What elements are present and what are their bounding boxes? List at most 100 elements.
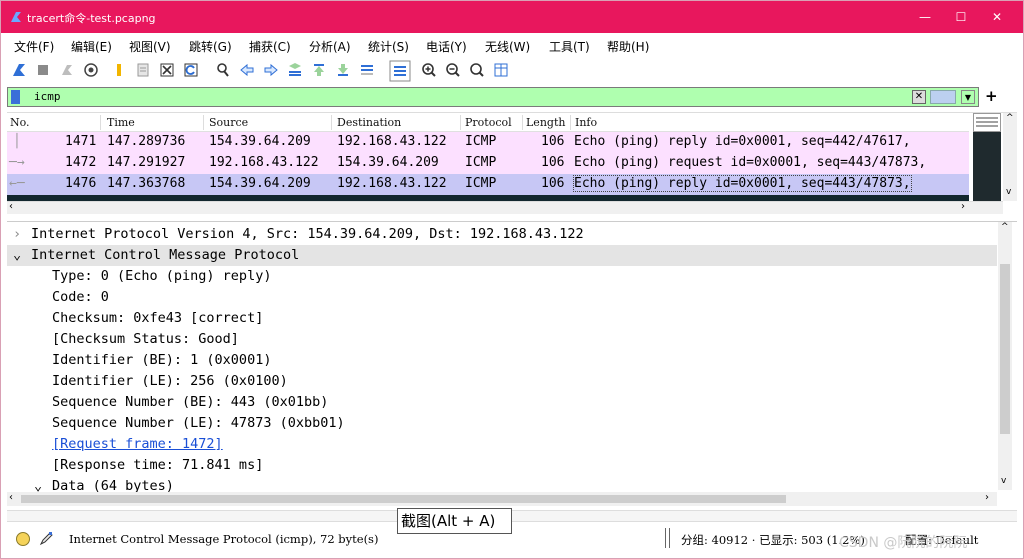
start-capture-icon[interactable] [11, 62, 27, 78]
menu-wireless[interactable]: 无线(W) [485, 38, 530, 55]
go-back-icon[interactable] [239, 62, 255, 78]
packet-row[interactable]: │ 1471 147.289736 154.39.64.209 192.168.… [7, 132, 969, 153]
tree-field[interactable]: [Checksum Status: Good] [7, 329, 997, 350]
packet-info: Echo (ping) reply id=0x0001, seq=443/478… [573, 175, 912, 192]
packet-length: 106 [541, 176, 565, 191]
display-filter-bar[interactable]: icmp ✕ ▼ [7, 87, 979, 107]
find-packet-icon[interactable] [215, 62, 231, 78]
packet-list-hscrollbar[interactable]: ‹ › [7, 201, 1003, 214]
expert-info-icon[interactable] [15, 531, 31, 547]
packet-row[interactable]: ─→ 1472 147.291927 192.168.43.122 154.39… [7, 153, 969, 174]
menu-file[interactable]: 文件(F) [14, 38, 54, 55]
packet-source: 154.39.64.209 [209, 176, 311, 191]
menu-analyze[interactable]: 分析(A) [309, 38, 351, 55]
go-to-packet-icon[interactable] [287, 62, 303, 78]
watermark: CSDN @阮阮的阮阮 [839, 535, 968, 551]
clear-filter-icon[interactable]: ✕ [912, 90, 926, 104]
tree-item-icmp[interactable]: ⌄ Internet Control Message Protocol [7, 245, 997, 266]
maximize-button[interactable]: ☐ [943, 5, 979, 29]
tree-field[interactable]: Sequence Number (BE): 443 (0x01bb) [7, 392, 997, 413]
wireshark-window: tracert命令-test.pcapng — ☐ ✕ 文件(F) 编辑(E) … [0, 0, 1024, 559]
column-header-no[interactable]: No. [10, 116, 30, 129]
close-file-icon[interactable] [159, 62, 175, 78]
column-header-time[interactable]: Time [107, 116, 135, 129]
menu-edit[interactable]: 编辑(E) [71, 38, 112, 55]
scroll-thumb[interactable] [1000, 264, 1010, 434]
packet-destination: 192.168.43.122 [337, 176, 447, 191]
tree-field[interactable]: Identifier (BE): 1 (0x0001) [7, 350, 997, 371]
packet-list-vscrollbar[interactable]: ^ v [1003, 113, 1017, 201]
column-header-protocol[interactable]: Protocol [465, 116, 512, 129]
tree-field[interactable]: Type: 0 (Echo (ping) reply) [7, 266, 997, 287]
expand-arrow-icon[interactable]: › [13, 226, 21, 242]
capture-comment-icon[interactable] [39, 530, 55, 546]
restart-capture-icon[interactable] [59, 62, 75, 78]
scroll-left-icon[interactable]: ‹ [9, 492, 13, 503]
field-code: Code: 0 [52, 289, 109, 305]
zoom-in-icon[interactable] [421, 62, 437, 78]
request-frame-link[interactable]: [Request frame: 1472] [52, 436, 223, 452]
column-header-destination[interactable]: Destination [337, 116, 401, 129]
apply-filter-button[interactable] [930, 90, 956, 104]
tree-field[interactable]: [Request frame: 1472] [7, 434, 997, 455]
scroll-up-icon[interactable]: ^ [1001, 222, 1009, 232]
tree-field[interactable]: [Response time: 71.841 ms] [7, 455, 997, 476]
tree-item-label: Internet Protocol Version 4, Src: 154.39… [31, 226, 584, 242]
scroll-down-icon[interactable]: v [1006, 187, 1011, 197]
column-separator [570, 115, 571, 130]
packet-list-header: No. Time Source Destination Protocol Len… [7, 113, 969, 132]
last-packet-icon[interactable] [335, 62, 351, 78]
stop-capture-icon[interactable] [35, 62, 51, 78]
menu-capture[interactable]: 捕获(C) [249, 38, 291, 55]
details-vscrollbar[interactable]: ^ v [998, 222, 1012, 490]
tree-field[interactable]: Identifier (LE): 256 (0x0100) [7, 371, 997, 392]
first-packet-icon[interactable] [311, 62, 327, 78]
pane-splitter[interactable] [7, 510, 1017, 522]
display-filter-input[interactable]: icmp [34, 90, 61, 103]
resize-columns-icon[interactable] [493, 62, 509, 78]
tree-field[interactable]: Sequence Number (LE): 47873 (0xbb01) [7, 413, 997, 434]
details-hscrollbar[interactable]: ‹ › [7, 492, 997, 506]
packet-no: 1476 [65, 176, 97, 191]
field-checksum: Checksum: 0xfe43 [correct] [52, 310, 264, 326]
scroll-down-icon[interactable]: v [1001, 476, 1006, 486]
minimize-button[interactable]: — [907, 5, 943, 29]
close-button[interactable]: ✕ [979, 5, 1015, 29]
column-header-length[interactable]: Length [526, 116, 565, 129]
tree-field[interactable]: Code: 0 [7, 287, 997, 308]
filter-history-dropdown-icon[interactable]: ▼ [961, 90, 975, 104]
menu-help[interactable]: 帮助(H) [607, 38, 649, 55]
packet-row-selected[interactable]: ←─ 1476 147.363768 154.39.64.209 192.168… [7, 174, 969, 195]
scroll-thumb[interactable] [21, 495, 786, 503]
collapse-arrow-icon[interactable]: ⌄ [13, 247, 21, 263]
wireshark-fin-icon [11, 12, 21, 22]
menu-telephony[interactable]: 电话(Y) [426, 38, 467, 55]
column-header-info[interactable]: Info [575, 116, 597, 129]
field-identifier-be: Identifier (BE): 1 (0x0001) [52, 352, 272, 368]
packet-time: 147.291927 [107, 155, 186, 170]
save-file-icon[interactable] [135, 62, 151, 78]
open-file-icon[interactable] [111, 62, 127, 78]
menu-go[interactable]: 跳转(G) [189, 38, 232, 55]
scroll-right-icon[interactable]: › [961, 201, 965, 212]
tree-field[interactable]: Checksum: 0xfe43 [correct] [7, 308, 997, 329]
scroll-right-icon[interactable]: › [985, 492, 989, 503]
colorize-list-icon[interactable] [389, 60, 411, 82]
scroll-up-icon[interactable]: ^ [1006, 113, 1014, 123]
auto-scroll-icon[interactable] [359, 62, 375, 78]
menu-view[interactable]: 视图(V) [129, 38, 171, 55]
normal-size-icon[interactable] [469, 62, 485, 78]
reload-file-icon[interactable] [183, 62, 199, 78]
capture-options-icon[interactable] [83, 62, 99, 78]
scroll-left-icon[interactable]: ‹ [9, 201, 13, 212]
packet-destination: 154.39.64.209 [337, 155, 439, 170]
add-filter-button-icon[interactable]: + [985, 87, 998, 105]
menu-statistics[interactable]: 统计(S) [368, 38, 409, 55]
zoom-out-icon[interactable] [445, 62, 461, 78]
column-header-source[interactable]: Source [209, 116, 248, 129]
field-type: Type: 0 (Echo (ping) reply) [52, 268, 272, 284]
go-forward-icon[interactable] [263, 62, 279, 78]
menu-tools[interactable]: 工具(T) [549, 38, 590, 55]
tree-item-ipv4[interactable]: › Internet Protocol Version 4, Src: 154.… [7, 224, 997, 245]
filter-bookmark-icon[interactable] [11, 90, 20, 104]
